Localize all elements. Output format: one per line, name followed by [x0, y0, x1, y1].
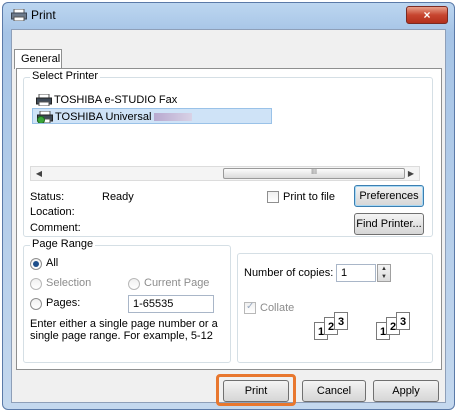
radio-current-page-label: Current Page: [144, 277, 210, 289]
radio-selection: [30, 278, 42, 290]
radio-pages-label[interactable]: Pages:: [46, 297, 80, 309]
radio-all-label[interactable]: All: [46, 257, 58, 269]
radio-current-page: [128, 278, 140, 290]
select-printer-label: Select Printer: [30, 70, 101, 82]
general-tab-panel: Select Printer TOSHIBA e-STUDIO Fax TOSH…: [16, 68, 442, 370]
location-label: Location:: [30, 206, 75, 218]
printer-item-fax[interactable]: TOSHIBA e-STUDIO Fax: [32, 92, 272, 108]
redacted-name: [154, 113, 193, 122]
close-button[interactable]: ×: [406, 6, 448, 24]
comment-label: Comment:: [30, 222, 81, 234]
printer-list: TOSHIBA e-STUDIO Fax TOSHIBA Universal: [32, 92, 415, 162]
printer-list-scrollbar[interactable]: ◀ III ▶: [30, 166, 420, 181]
printer-icon: [11, 9, 27, 21]
printer-item-universal[interactable]: TOSHIBA Universal: [32, 108, 272, 124]
pages-input[interactable]: 1-65535: [128, 295, 214, 313]
copies-group: Number of copies: 1 ▲ ▼ ✓ Collate 1 2 3 …: [237, 253, 433, 363]
radio-pages[interactable]: [30, 298, 42, 310]
printer-name: TOSHIBA e-STUDIO Fax: [54, 94, 178, 106]
close-icon: ×: [423, 8, 431, 22]
scroll-right-icon[interactable]: ▶: [405, 168, 417, 179]
printer-name: TOSHIBA Universal: [55, 111, 152, 123]
cancel-button[interactable]: Cancel: [302, 380, 366, 402]
status-label: Status:: [30, 191, 65, 203]
copies-spinner[interactable]: ▲ ▼: [377, 264, 391, 282]
collate-checkbox: ✓: [244, 301, 256, 314]
printer-default-icon: [37, 111, 53, 123]
radio-selection-label: Selection: [46, 277, 92, 289]
page-range-group: Page Range All Selection Current Page Pa…: [23, 238, 231, 363]
tab-general[interactable]: General: [14, 49, 62, 69]
copies-input[interactable]: 1: [336, 264, 376, 282]
print-dialog: Print × General Select Printer TOSHIBA e…: [2, 2, 455, 410]
page-range-hint: Enter either a single page number or a s…: [30, 318, 218, 342]
print-button-highlight: [216, 374, 296, 406]
scroll-grip-icon: III: [311, 169, 317, 176]
collate-pages-icon: 1 2 3: [314, 312, 350, 340]
scroll-left-icon[interactable]: ◀: [33, 168, 45, 179]
preferences-button[interactable]: Preferences: [354, 185, 424, 207]
dialog-client-area: General Select Printer TOSHIBA e-STUDIO …: [11, 29, 446, 406]
apply-button[interactable]: Apply: [373, 380, 439, 402]
print-to-file-label[interactable]: Print to file: [283, 191, 335, 203]
radio-all[interactable]: [30, 258, 42, 270]
print-to-file-checkbox[interactable]: [267, 191, 279, 203]
scroll-thumb[interactable]: III: [223, 168, 405, 179]
page-range-label: Page Range: [30, 238, 96, 250]
number-of-copies-label: Number of copies:: [244, 267, 334, 279]
spinner-up-icon[interactable]: ▲: [378, 265, 390, 273]
collate-label: Collate: [260, 302, 295, 314]
collate-pages-icon: 1 2 3: [376, 312, 412, 340]
select-printer-group: Select Printer TOSHIBA e-STUDIO Fax TOSH…: [23, 70, 433, 237]
window-title: Print: [31, 8, 56, 22]
title-bar: Print ×: [3, 3, 454, 27]
printer-icon: [36, 94, 52, 106]
find-printer-button[interactable]: Find Printer...: [354, 213, 424, 235]
status-value: Ready: [102, 191, 134, 203]
spinner-down-icon[interactable]: ▼: [378, 273, 390, 281]
